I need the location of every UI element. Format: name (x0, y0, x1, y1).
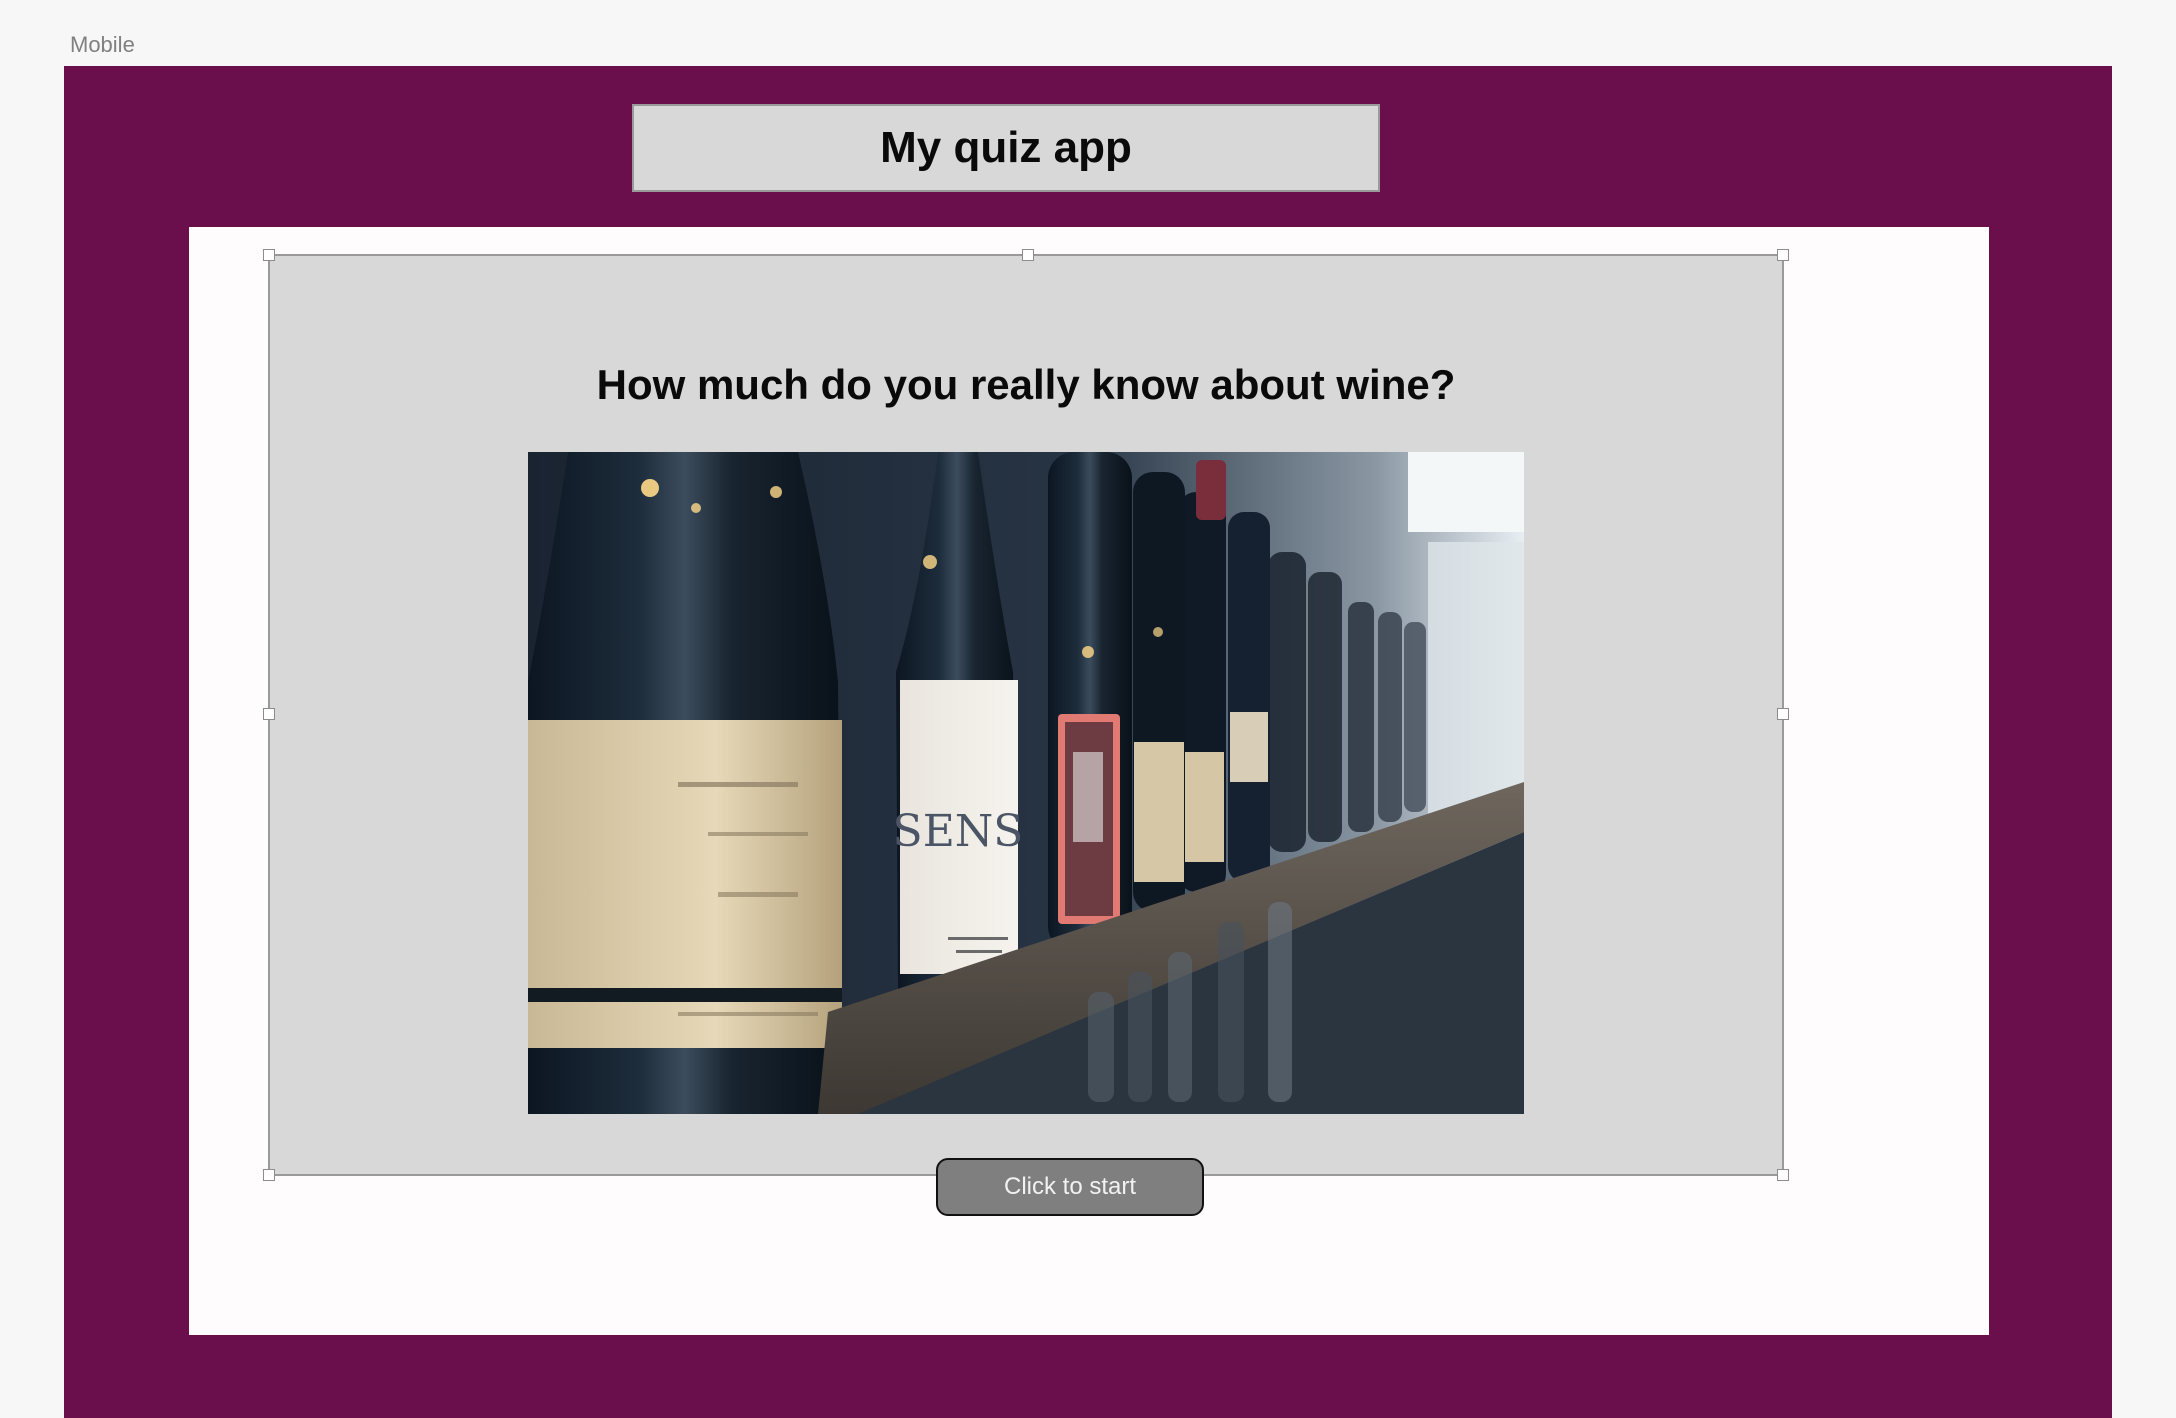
wine-photo-illustration: SENS (528, 452, 1524, 1114)
start-button[interactable]: Click to start (936, 1158, 1204, 1216)
quiz-card[interactable]: How much do you really know about wine? (263, 249, 1789, 1181)
resize-handle-middle-left[interactable] (263, 708, 275, 720)
wine-bottles-image: SENS (528, 452, 1524, 1114)
app-title: My quiz app (880, 123, 1132, 172)
resize-handle-top-left[interactable] (263, 249, 275, 261)
app-title-bar[interactable]: My quiz app (632, 104, 1380, 192)
resize-handle-top-right[interactable] (1777, 249, 1789, 261)
resize-handle-bottom-right[interactable] (1777, 1169, 1789, 1181)
bottle-label-text: SENS (893, 806, 1024, 857)
resize-handle-bottom-left[interactable] (263, 1169, 275, 1181)
artboard-label[interactable]: Mobile (70, 32, 135, 58)
quiz-question: How much do you really know about wine? (596, 361, 1456, 408)
resize-handle-middle-right[interactable] (1777, 708, 1789, 720)
resize-handle-top-center[interactable] (1022, 249, 1034, 261)
